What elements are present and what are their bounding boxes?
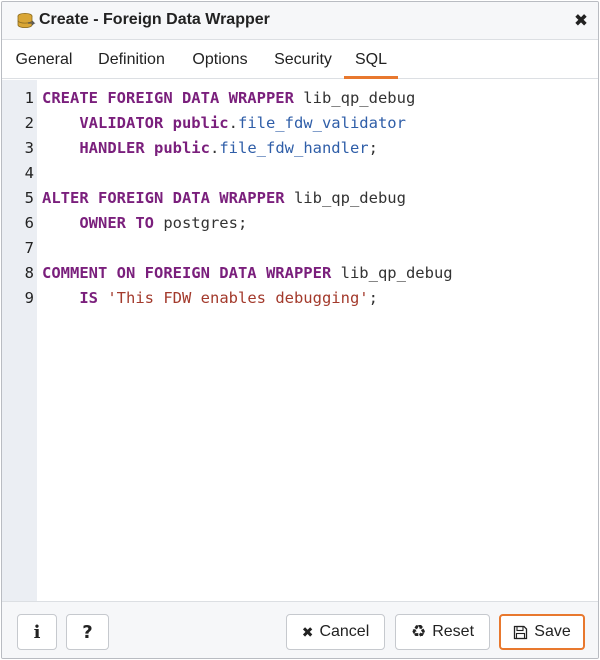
help-button[interactable]: ? (66, 614, 109, 650)
code-line: 4 (2, 161, 598, 186)
code-token-kw: VALIDATOR public (79, 114, 229, 132)
tab-bar: General Definition Options Security SQL (2, 41, 598, 79)
code-text: VALIDATOR public.file_fdw_validator (42, 111, 406, 136)
save-label: Save (534, 623, 571, 640)
dialog-footer: i ? ✖ Cancel ♻ Reset Save (2, 601, 598, 658)
code-line: 6 OWNER TO postgres; (2, 211, 598, 236)
code-token-punct: ; (368, 139, 378, 157)
code-token-id: lib_qp_debug (331, 264, 453, 282)
reset-label: Reset (432, 623, 475, 640)
code-line: 5 ALTER FOREIGN DATA WRAPPER lib_qp_debug (2, 186, 598, 211)
code-text: CREATE FOREIGN DATA WRAPPER lib_qp_debug (42, 86, 415, 111)
code-token-id (42, 289, 79, 307)
code-line: 2 VALIDATOR public.file_fdw_validator (2, 111, 598, 136)
line-number: 9 (24, 289, 34, 307)
code-token-kw: HANDLER public (79, 139, 210, 157)
tab-options[interactable]: Options (190, 41, 250, 79)
sql-editor[interactable]: 1 CREATE FOREIGN DATA WRAPPER lib_qp_debu… (2, 80, 598, 601)
code-line: 8 COMMENT ON FOREIGN DATA WRAPPER lib_qp_… (2, 261, 598, 286)
code-line: 9 IS 'This FDW enables debugging'; (2, 286, 598, 311)
line-number: 1 (24, 89, 34, 107)
code-token-punct: . (228, 114, 238, 132)
code-token-str: 'This FDW enables debugging' (107, 289, 369, 307)
tab-general[interactable]: General (15, 41, 73, 79)
dialog-titlebar[interactable]: Create - Foreign Data Wrapper ✖ (2, 2, 598, 40)
close-icon: ✖ (301, 623, 314, 640)
code-token-id (42, 114, 79, 132)
code-text: COMMENT ON FOREIGN DATA WRAPPER lib_qp_d… (42, 261, 453, 286)
code-token-kw: OWNER TO (79, 214, 154, 232)
code-token-id: lib_qp_debug (284, 189, 406, 207)
code-line: 3 HANDLER public.file_fdw_handler; (2, 136, 598, 161)
save-button[interactable]: Save (499, 614, 585, 650)
close-icon[interactable]: ✖ (572, 12, 590, 30)
line-number: 6 (24, 214, 34, 232)
save-icon (513, 625, 528, 640)
tab-security[interactable]: Security (271, 41, 335, 79)
line-number: 3 (24, 139, 34, 157)
foreign-data-wrapper-icon (16, 12, 36, 30)
code-line: 1 CREATE FOREIGN DATA WRAPPER lib_qp_debu… (2, 86, 598, 111)
code-token-punct: ; (368, 289, 378, 307)
line-number: 7 (24, 239, 34, 257)
code-token-kw: CREATE FOREIGN DATA WRAPPER (42, 89, 294, 107)
cancel-button[interactable]: ✖ Cancel (286, 614, 385, 650)
dialog-title: Create - Foreign Data Wrapper (39, 11, 270, 28)
code-token-fn: file_fdw_handler (219, 139, 369, 157)
code-token-kw: COMMENT ON FOREIGN DATA WRAPPER (42, 264, 332, 282)
create-foreign-data-wrapper-dialog: Create - Foreign Data Wrapper ✖ General … (1, 1, 599, 659)
recycle-icon: ♻ (410, 622, 427, 641)
code-token-punct: . (209, 139, 220, 157)
code-token-id (42, 214, 79, 232)
tab-sql[interactable]: SQL (344, 41, 398, 79)
code-text: OWNER TO postgres; (42, 211, 247, 236)
code-token-fn: file_fdw_validator (237, 114, 406, 132)
reset-button[interactable]: ♻ Reset (395, 614, 490, 650)
help-icon: ? (82, 621, 93, 643)
line-number: 2 (24, 114, 34, 132)
code-token-id: postgres; (153, 214, 248, 232)
code-line: 7 (2, 236, 598, 261)
line-number: 5 (24, 189, 34, 207)
code-text: IS 'This FDW enables debugging'; (42, 286, 378, 311)
line-number: 4 (24, 164, 34, 182)
info-icon: i (33, 621, 41, 643)
tab-definition[interactable]: Definition (95, 41, 168, 79)
line-number: 8 (24, 264, 34, 282)
code-text: ALTER FOREIGN DATA WRAPPER lib_qp_debug (42, 186, 406, 211)
code-token-id (98, 289, 107, 307)
cancel-label: Cancel (319, 623, 370, 640)
info-button[interactable]: i (17, 614, 57, 650)
code-token-kw: ALTER FOREIGN DATA WRAPPER (42, 189, 285, 207)
code-token-id: lib_qp_debug (293, 89, 416, 107)
code-token-id (42, 139, 79, 157)
code-text: HANDLER public.file_fdw_handler; (42, 136, 378, 161)
code-token-kw: IS (79, 289, 98, 307)
